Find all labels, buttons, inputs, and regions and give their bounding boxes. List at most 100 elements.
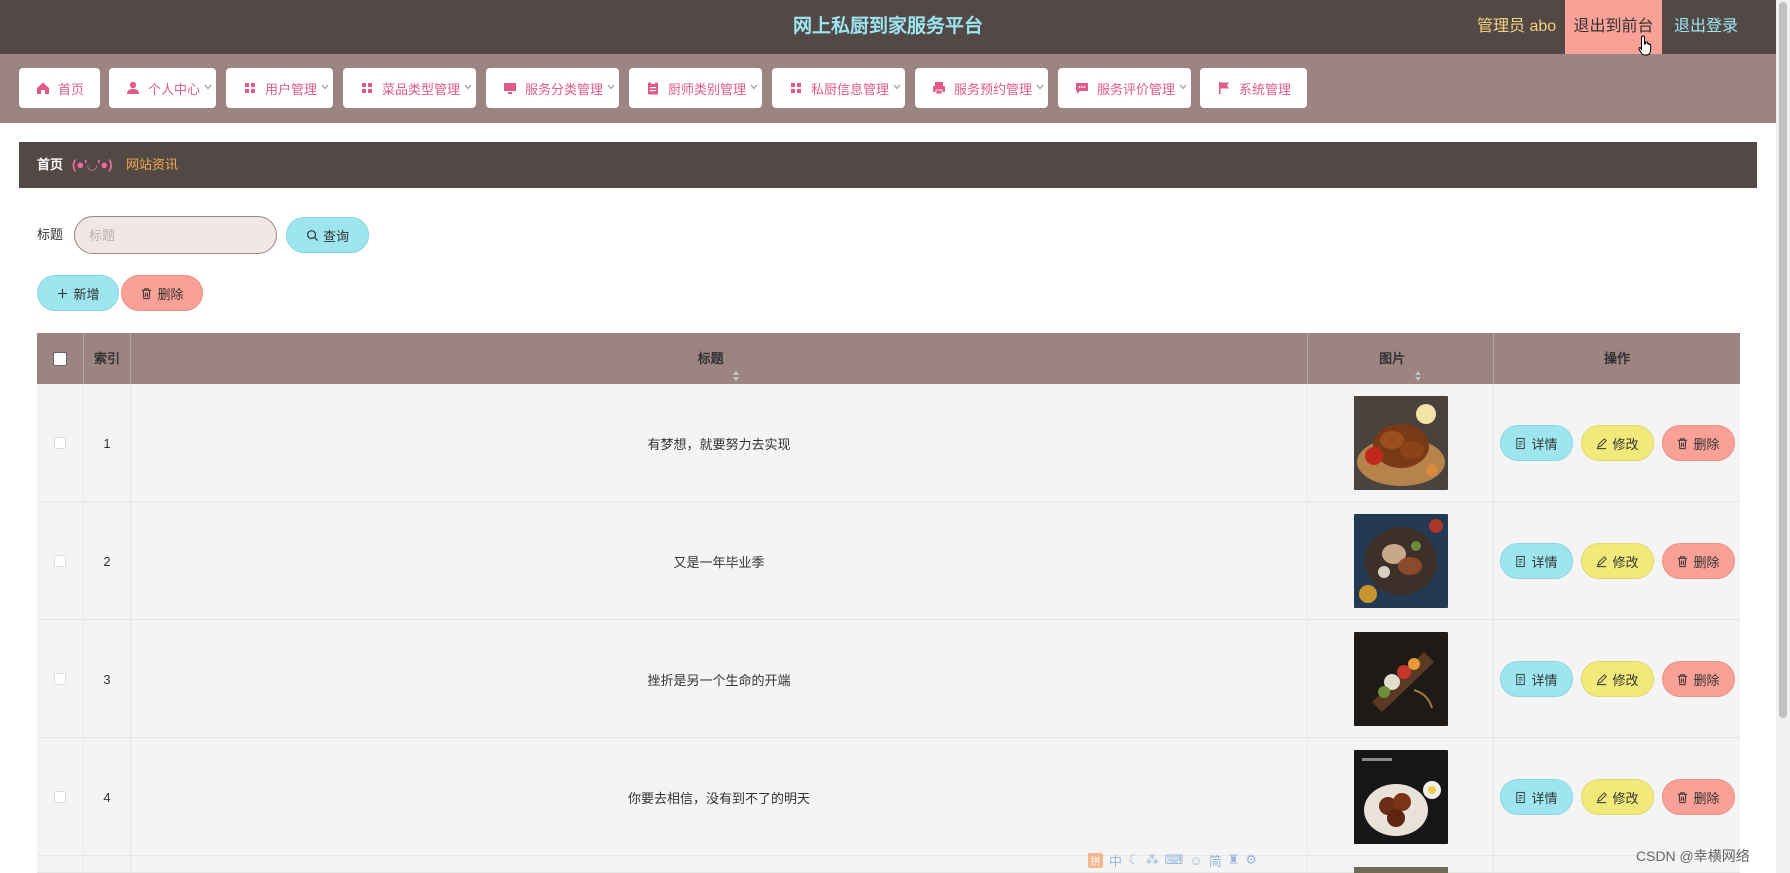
search-button[interactable]: 查询 bbox=[286, 217, 369, 253]
table-row: 4 你要去相信，没有到不了的明天 详情 修改 删除 bbox=[37, 738, 1740, 856]
detail-label: 详情 bbox=[1531, 554, 1558, 570]
row-image-cell bbox=[1308, 856, 1494, 873]
row-image-cell bbox=[1308, 384, 1494, 502]
nav-label: 系统管理 bbox=[1239, 81, 1292, 97]
breadcrumb-home[interactable]: 首页 bbox=[37, 142, 63, 188]
platter-photo[interactable] bbox=[1353, 514, 1448, 608]
row-title: 你要去相信，没有到不了的明天 bbox=[131, 738, 1308, 856]
sort-icon[interactable] bbox=[1414, 353, 1422, 381]
chevron-down-icon bbox=[203, 80, 213, 94]
row-delete-button[interactable]: 删除 bbox=[1661, 661, 1735, 697]
nav-item-chef-info[interactable]: 私厨信息管理 bbox=[772, 68, 905, 108]
row-delete-button[interactable]: 删除 bbox=[1661, 543, 1735, 579]
column-header-image-label: 图片 bbox=[1379, 351, 1406, 366]
grid-icon bbox=[359, 80, 375, 96]
header-select-cell bbox=[37, 333, 84, 384]
row-index: 3 bbox=[84, 620, 131, 738]
home-icon bbox=[35, 80, 51, 96]
nav-item-home[interactable]: 首页 bbox=[19, 68, 100, 108]
edit-label: 修改 bbox=[1612, 554, 1639, 570]
person-icon[interactable]: ☺ bbox=[1189, 853, 1202, 868]
nav-label: 厨师类别管理 bbox=[668, 81, 747, 97]
row-title: 挫折是另一个生命的开端 bbox=[131, 620, 1308, 738]
table-row: 1 有梦想，就要努力去实现 详情 修改 删除 bbox=[37, 384, 1740, 502]
keyboard-icon[interactable]: ⌨ bbox=[1165, 852, 1184, 868]
row-index bbox=[84, 856, 131, 873]
row-delete-button[interactable]: 删除 bbox=[1661, 779, 1735, 815]
row-actions: 详情 修改 删除 bbox=[1494, 502, 1740, 620]
detail-label: 详情 bbox=[1531, 790, 1558, 806]
detail-button[interactable]: 详情 bbox=[1499, 779, 1573, 815]
row-delete-button[interactable]: 删除 bbox=[1661, 425, 1735, 461]
row-actions: 详情 修改 删除 bbox=[1494, 620, 1740, 738]
page-scrollbar[interactable] bbox=[1776, 0, 1790, 873]
edit-button[interactable]: 修改 bbox=[1580, 661, 1654, 697]
breadcrumb-current: 网站资讯 bbox=[126, 157, 179, 172]
nav-label: 服务预约管理 bbox=[954, 81, 1033, 97]
table-row: 2 又是一年毕业季 详情 修改 删除 bbox=[37, 502, 1740, 620]
plus-icon bbox=[56, 287, 69, 300]
ime-toolbar: 拼 中 ☾ ⁂ ⌨ ☺ 简 ♜ ⚙ bbox=[1088, 850, 1257, 870]
nav-label: 首页 bbox=[58, 81, 85, 97]
ime-simplified-mode[interactable]: 简 bbox=[1209, 851, 1222, 870]
nav-item-chef-categories[interactable]: 厨师类别管理 bbox=[629, 68, 762, 108]
top-bar: 网上私厨到家服务平台 管理员 abo 退出到前台 退出登录 bbox=[0, 0, 1776, 54]
chevron-down-icon bbox=[892, 80, 902, 94]
nav-item-profile[interactable]: 个人中心 bbox=[109, 68, 216, 108]
pencil-icon bbox=[1595, 791, 1608, 804]
row-checkbox[interactable] bbox=[54, 437, 66, 449]
row-delete-label: 删除 bbox=[1693, 672, 1720, 688]
bulk-delete-label: 删除 bbox=[157, 286, 184, 302]
row-delete-label: 删除 bbox=[1693, 554, 1720, 570]
detail-button[interactable]: 详情 bbox=[1499, 425, 1573, 461]
nav-label: 服务分类管理 bbox=[525, 81, 604, 97]
row-checkbox[interactable] bbox=[54, 791, 66, 803]
sort-icon[interactable] bbox=[732, 353, 740, 381]
ime-logo-icon[interactable]: 拼 bbox=[1088, 852, 1103, 868]
logout-button[interactable]: 退出登录 bbox=[1674, 0, 1738, 54]
pencil-icon bbox=[1595, 555, 1608, 568]
edit-button[interactable]: 修改 bbox=[1580, 425, 1654, 461]
nav-label: 私厨信息管理 bbox=[811, 81, 890, 97]
add-button[interactable]: 新增 bbox=[37, 275, 119, 311]
column-header-title-label: 标题 bbox=[697, 351, 724, 366]
nav-item-service-categories[interactable]: 服务分类管理 bbox=[486, 68, 619, 108]
meatball-bowl-photo[interactable] bbox=[1353, 750, 1448, 844]
row-index: 1 bbox=[84, 384, 131, 502]
row-actions: 详情 修改 删除 bbox=[1494, 738, 1740, 856]
column-header-image[interactable]: 图片 bbox=[1308, 333, 1494, 384]
select-all-checkbox[interactable] bbox=[53, 351, 67, 366]
row-image-cell bbox=[1308, 738, 1494, 856]
chevron-down-icon bbox=[749, 80, 759, 94]
detail-button[interactable]: 详情 bbox=[1499, 661, 1573, 697]
nav-item-users[interactable]: 用户管理 bbox=[226, 68, 333, 108]
edit-button[interactable]: 修改 bbox=[1580, 779, 1654, 815]
nav-item-dish-types[interactable]: 菜品类型管理 bbox=[343, 68, 476, 108]
flag-icon bbox=[1216, 80, 1232, 96]
edit-button[interactable]: 修改 bbox=[1580, 543, 1654, 579]
scrollbar-thumb[interactable] bbox=[1779, 2, 1787, 718]
dots-icon[interactable]: ⁂ bbox=[1146, 852, 1159, 868]
nav-item-appointments[interactable]: 服务预约管理 bbox=[915, 68, 1048, 108]
nav-item-system[interactable]: 系统管理 bbox=[1200, 68, 1307, 108]
roast-chicken-photo[interactable] bbox=[1353, 396, 1448, 490]
title-search-input[interactable] bbox=[74, 216, 277, 254]
row-checkbox[interactable] bbox=[54, 555, 66, 567]
trash-icon bbox=[1676, 555, 1689, 568]
column-header-title[interactable]: 标题 bbox=[131, 333, 1308, 384]
row-select-cell bbox=[37, 502, 84, 620]
trash-icon bbox=[1676, 791, 1689, 804]
grid-icon bbox=[242, 80, 258, 96]
nav-item-reviews[interactable]: 服务评价管理 bbox=[1058, 68, 1191, 108]
moon-icon[interactable]: ☾ bbox=[1128, 852, 1140, 868]
clipboard-icon bbox=[645, 80, 661, 96]
detail-button[interactable]: 详情 bbox=[1499, 543, 1573, 579]
row-checkbox[interactable] bbox=[54, 673, 66, 685]
nav-label: 个人中心 bbox=[148, 81, 201, 97]
shirt-icon[interactable]: ♜ bbox=[1228, 852, 1240, 868]
ime-chinese-mode[interactable]: 中 bbox=[1109, 851, 1122, 870]
chevron-down-icon bbox=[606, 80, 616, 94]
bulk-delete-button[interactable]: 删除 bbox=[121, 275, 203, 311]
gear-icon[interactable]: ⚙ bbox=[1245, 852, 1257, 868]
skewer-photo[interactable] bbox=[1353, 632, 1448, 726]
